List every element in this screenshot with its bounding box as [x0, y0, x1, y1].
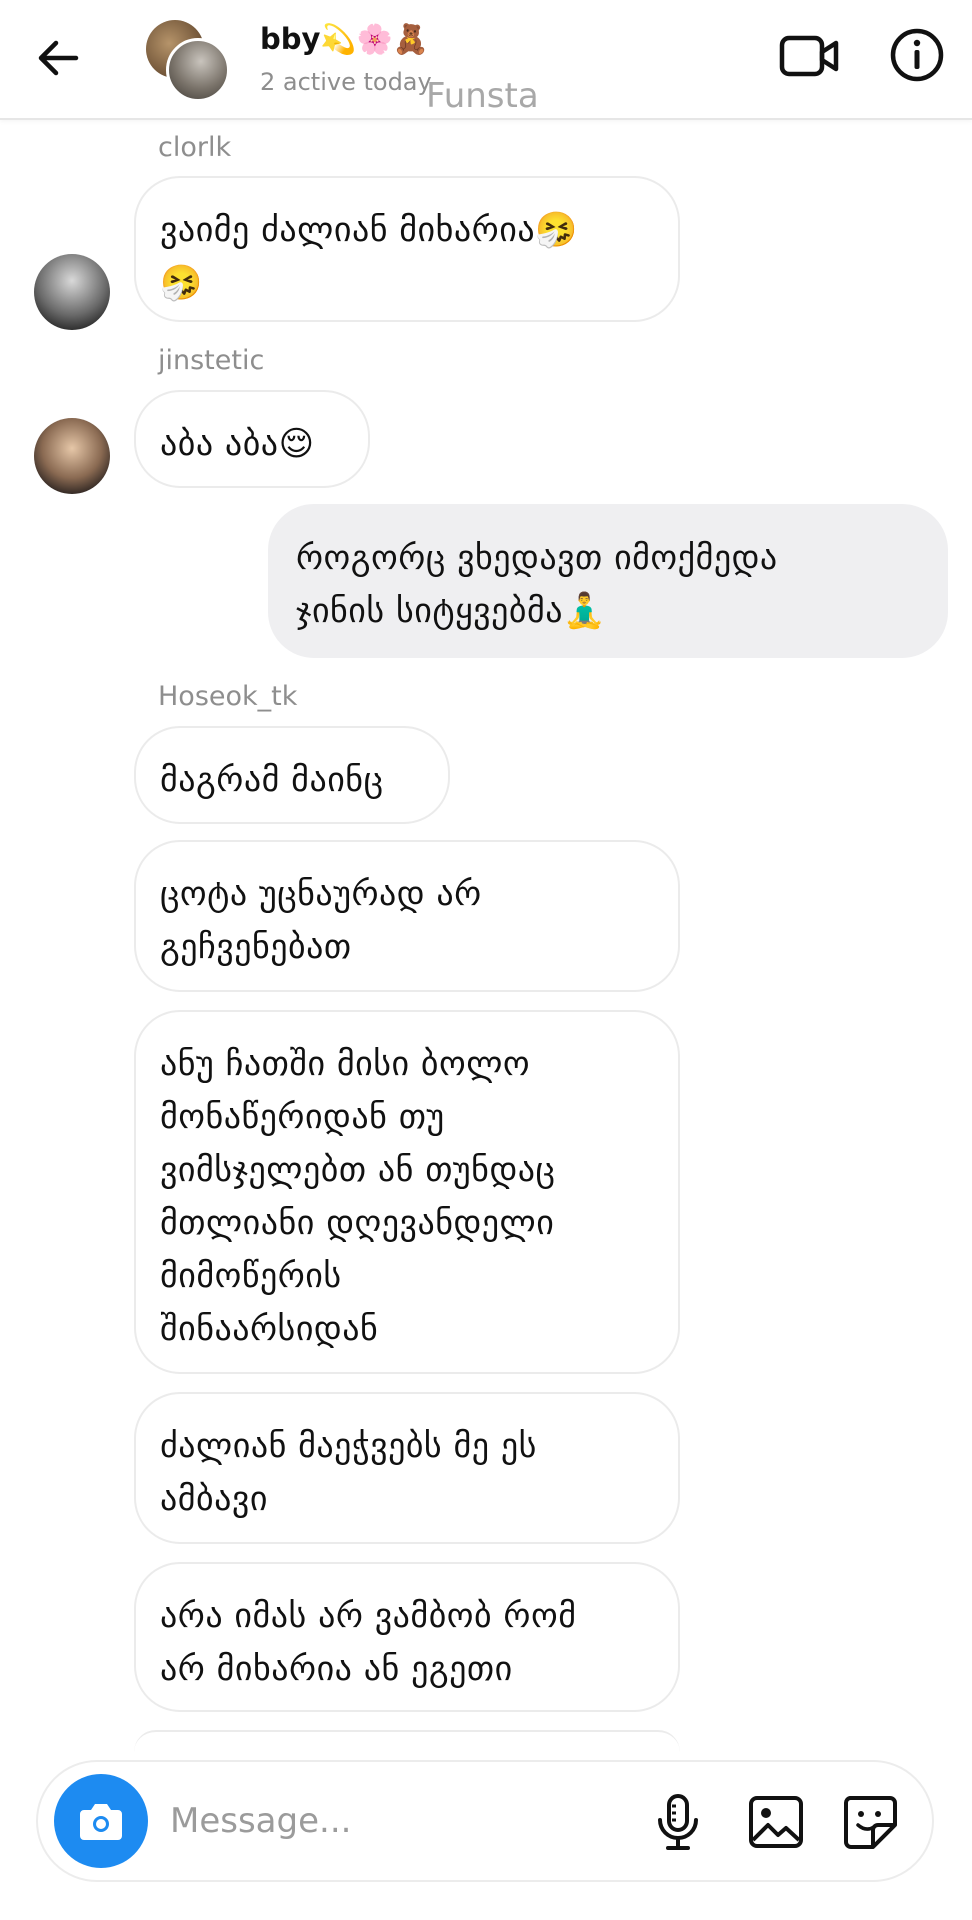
message-bubble-partial: [134, 1730, 680, 1752]
back-button[interactable]: [30, 30, 86, 86]
message-text: ანუ ჩათში მისი ბოლო: [160, 1044, 531, 1084]
info-icon: [890, 28, 944, 82]
message-text: 🤧: [160, 263, 203, 303]
image-icon: [749, 1796, 803, 1848]
message-bubble[interactable]: მაგრამ მაინც: [134, 726, 450, 824]
message-text: მაგრამ მაინც: [160, 760, 384, 800]
message-bubble[interactable]: აბა აბა😌: [134, 390, 370, 488]
message-bubble[interactable]: ვაიმე ძალიან მიხარია🤧 🤧: [134, 176, 680, 322]
chat-title[interactable]: bby💫🌸🧸: [260, 22, 429, 57]
sticker-icon: [844, 1796, 897, 1849]
info-button[interactable]: [888, 26, 946, 84]
microphone-icon: [658, 1794, 698, 1850]
video-call-button[interactable]: [778, 26, 842, 86]
message-text: მიმოწერის: [160, 1256, 342, 1296]
message-input[interactable]: [168, 1792, 532, 1850]
video-camera-icon: [779, 35, 839, 77]
sender-name: Hoseok_tk: [158, 681, 298, 712]
message-text: შინაარსიდან: [160, 1309, 379, 1349]
sender-name: jinstetic: [158, 345, 265, 376]
avatar: [166, 38, 230, 102]
sender-name: clorlk: [158, 132, 232, 163]
group-avatar[interactable]: [146, 18, 230, 102]
message-text: არ მიხარია ან ეგეთი: [160, 1649, 513, 1689]
message-bubble[interactable]: ცოტა უცნაურად არ გეჩვენებათ: [134, 840, 680, 992]
message-text: მონაწერიდან თუ: [160, 1097, 445, 1137]
message-text: ამბავი: [160, 1479, 268, 1519]
message-text: ცოტა უცნაურად არ: [160, 874, 482, 914]
message-text: გეჩვენებათ: [160, 927, 352, 967]
watermark: Funsta: [426, 76, 539, 116]
message-text: არა იმას არ ვამბობ რომ: [160, 1596, 577, 1636]
my-message-bubble[interactable]: როგორც ვხედავთ იმოქმედა ჯინის სიტყვებმა🧘…: [268, 504, 948, 658]
arrow-left-icon: [38, 40, 79, 76]
message-text: ძალიან მაეჭვებს მე ეს: [160, 1426, 537, 1466]
message-bubble[interactable]: ანუ ჩათში მისი ბოლო მონაწერიდან თუ ვიმსჯ…: [134, 1010, 680, 1374]
message-text: როგორც ვხედავთ იმოქმედა: [296, 538, 778, 578]
message-composer: [36, 1760, 934, 1882]
message-text: აბა აბა😌: [160, 424, 315, 464]
message-text: ჯინის სიტყვებმა🧘‍♂️: [296, 591, 606, 631]
message-text: ვიმსჯელებთ ან თუნდაც: [160, 1150, 556, 1190]
camera-icon: [80, 1804, 122, 1840]
gallery-button[interactable]: [746, 1792, 806, 1852]
voice-message-button[interactable]: [650, 1792, 706, 1852]
message-bubble[interactable]: ძალიან მაეჭვებს მე ეს ამბავი: [134, 1392, 680, 1544]
camera-button[interactable]: [54, 1774, 148, 1868]
avatar[interactable]: [34, 418, 110, 494]
sticker-button[interactable]: [840, 1792, 900, 1852]
message-text: მთლიანი დღევანდელი: [160, 1203, 555, 1243]
message-bubble[interactable]: არა იმას არ ვამბობ რომ არ მიხარია ან ეგე…: [134, 1562, 680, 1712]
chat-header: bby💫🌸🧸 2 active today Funsta: [0, 0, 972, 120]
message-text: ვაიმე ძალიან მიხარია🤧: [160, 210, 578, 250]
dm-chat-screen: bby💫🌸🧸 2 active today Funsta clorlk ვაიმ…: [0, 0, 972, 1920]
active-status: 2 active today: [260, 68, 432, 96]
avatar[interactable]: [34, 254, 110, 330]
